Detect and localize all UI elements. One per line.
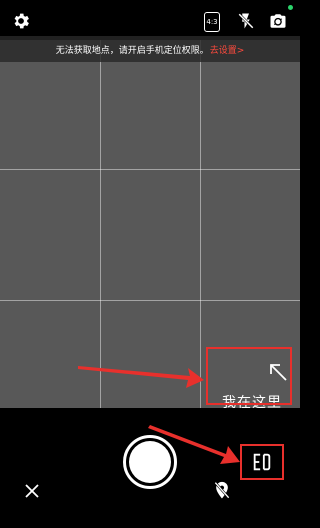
status-indicator <box>288 5 293 10</box>
aspect-ratio-label: 4:3 <box>206 18 218 26</box>
camera-screen: 4:3 无法获取地点，请开启手机定位权限。 去设置> 我在这里 <box>0 0 300 528</box>
top-toolbar: 4:3 <box>0 0 300 40</box>
location-pin-icon[interactable] <box>211 479 233 503</box>
close-icon[interactable] <box>22 481 42 501</box>
grid-line <box>200 36 201 408</box>
aspect-ratio-button[interactable]: 4:3 <box>203 11 221 33</box>
go-to-settings-link[interactable]: 去设置> <box>210 43 245 56</box>
notice-message: 无法获取地点，请开启手机定位权限。 <box>55 45 209 56</box>
gear-icon[interactable] <box>10 10 32 32</box>
flash-off-icon[interactable] <box>236 11 256 31</box>
annotation-highlight-box <box>240 444 284 480</box>
shutter-button[interactable] <box>123 435 177 489</box>
location-permission-notice: 无法获取地点，请开启手机定位权限。 去设置> <box>0 36 300 62</box>
grid-line <box>100 36 101 408</box>
grid-line <box>0 169 300 170</box>
annotation-highlight-box <box>206 347 292 405</box>
camera-switch-icon[interactable] <box>268 11 288 31</box>
shutter-inner <box>129 441 171 483</box>
grid-line <box>0 300 300 301</box>
